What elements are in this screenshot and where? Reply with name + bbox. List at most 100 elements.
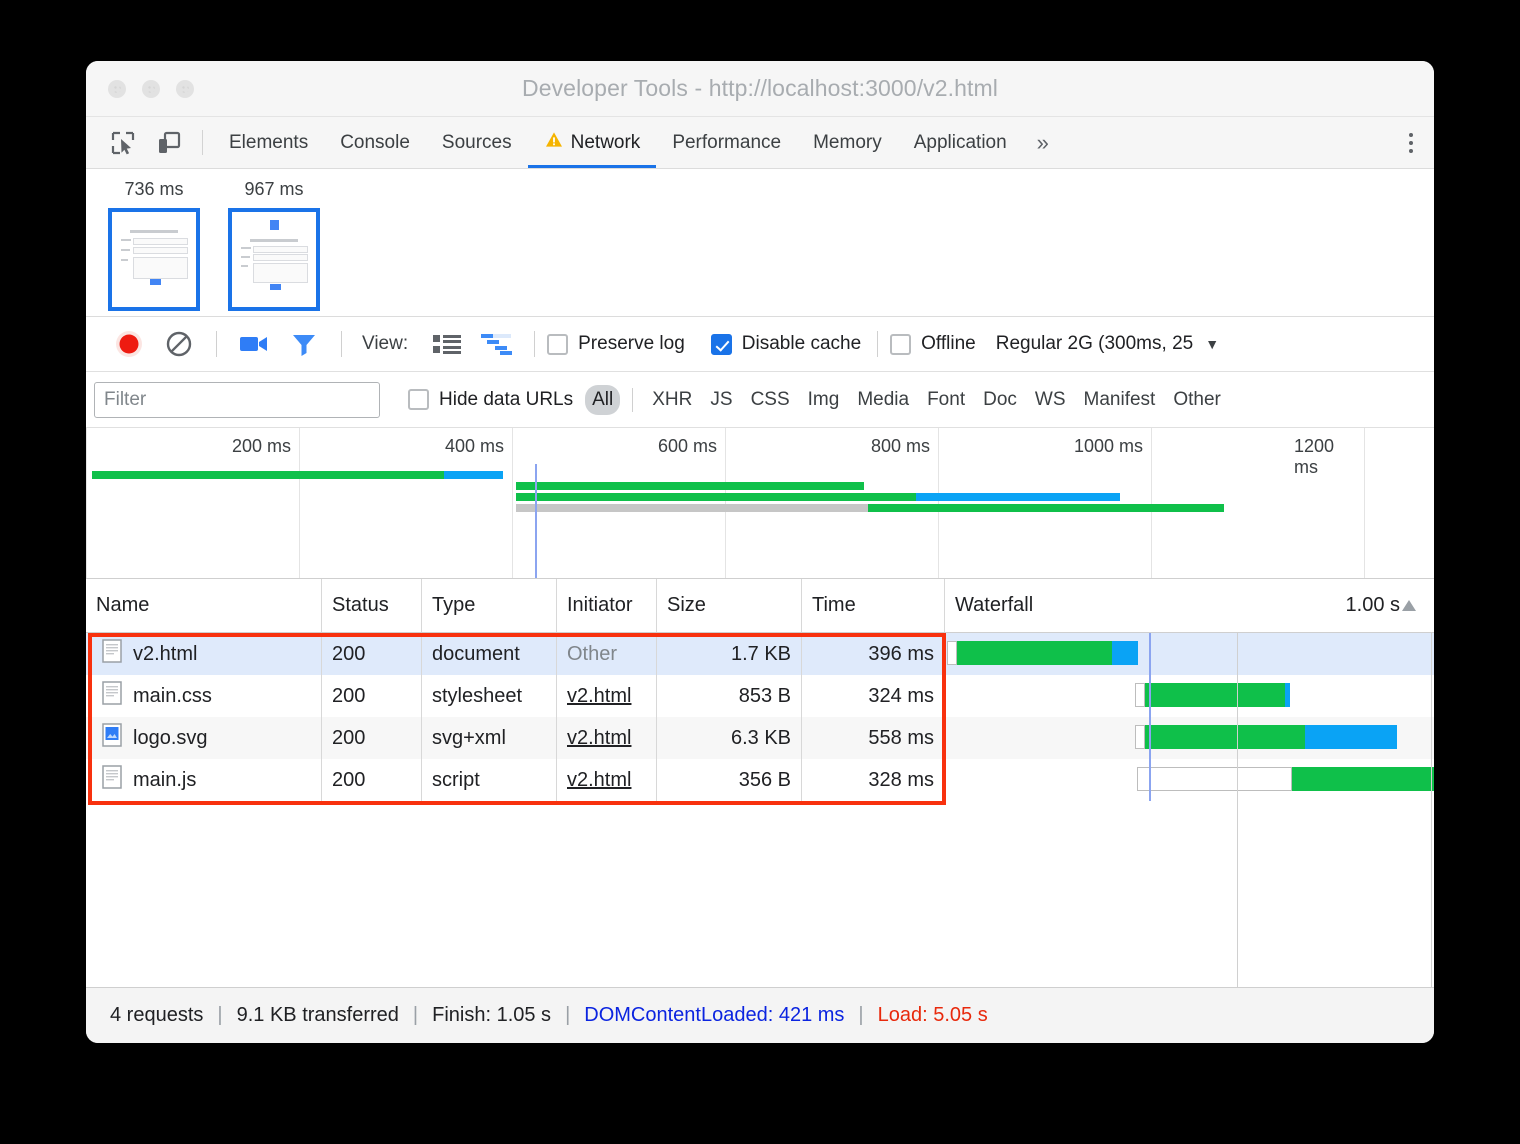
- cell-type: document: [422, 633, 557, 675]
- cell-initiator[interactable]: v2.html: [557, 675, 657, 717]
- table-row[interactable]: logo.svg 200 svg+xml v2.html 6.3 KB 558 …: [86, 717, 1434, 759]
- checkbox-box[interactable]: [890, 334, 911, 355]
- cell-name[interactable]: v2.html: [86, 633, 322, 675]
- frame-thumbnail[interactable]: [108, 208, 200, 311]
- status-bar: 4 requests | 9.1 KB transferred | Finish…: [86, 987, 1434, 1043]
- waterfall-view-icon[interactable]: [472, 333, 522, 355]
- device-toolbar-icon[interactable]: [146, 117, 192, 168]
- column-header-name[interactable]: Name: [86, 579, 322, 632]
- minimize-button[interactable]: [142, 80, 160, 98]
- preserve-log-checkbox[interactable]: Preserve log: [547, 333, 685, 355]
- filmstrip-frame[interactable]: 736 ms: [108, 179, 200, 311]
- inspect-element-icon[interactable]: [100, 117, 146, 168]
- initiator-link[interactable]: v2.html: [567, 769, 631, 792]
- column-header-status[interactable]: Status: [322, 579, 422, 632]
- filter-type-ws[interactable]: WS: [1028, 385, 1073, 415]
- column-header-type[interactable]: Type: [422, 579, 557, 632]
- request-name: logo.svg: [133, 727, 208, 750]
- tab-memory[interactable]: Memory: [797, 117, 898, 168]
- cell-size: 1.7 KB: [657, 633, 802, 675]
- column-header-size[interactable]: Size: [657, 579, 802, 632]
- table-row[interactable]: main.js 200 script v2.html 356 B 328 ms: [86, 759, 1434, 801]
- tab-application[interactable]: Application: [898, 117, 1023, 168]
- filter-type-doc[interactable]: Doc: [976, 385, 1024, 415]
- list-view-icon[interactable]: [422, 333, 472, 355]
- waterfall-scale-value: 1.00 s: [1346, 594, 1400, 617]
- throttling-dropdown[interactable]: Regular 2G (300ms, 25 ▼: [996, 333, 1219, 355]
- offline-checkbox[interactable]: Offline: [890, 333, 976, 355]
- initiator-link[interactable]: v2.html: [567, 685, 631, 708]
- tab-label: Sources: [442, 132, 512, 154]
- request-name: main.js: [133, 769, 196, 792]
- tab-label: Performance: [672, 132, 781, 154]
- chevron-down-icon: ▼: [1205, 336, 1219, 352]
- checkbox-box[interactable]: [711, 334, 732, 355]
- overview-tick: 400 ms: [445, 436, 512, 457]
- filter-type-all[interactable]: All: [585, 385, 620, 415]
- filter-type-font[interactable]: Font: [920, 385, 972, 415]
- hide-data-urls-checkbox[interactable]: Hide data URLs: [408, 389, 573, 411]
- filter-type-css[interactable]: CSS: [744, 385, 797, 415]
- tab-label: Elements: [229, 132, 308, 154]
- request-name: v2.html: [133, 643, 197, 666]
- filter-input[interactable]: [94, 382, 380, 418]
- cell-initiator[interactable]: v2.html: [557, 759, 657, 801]
- kebab-menu-icon[interactable]: [1388, 133, 1434, 153]
- tab-performance[interactable]: Performance: [656, 117, 797, 168]
- more-tabs-button[interactable]: »: [1023, 117, 1063, 168]
- devtools-tab-bar: Elements Console Sources Network Perform…: [86, 117, 1434, 169]
- frame-thumbnail[interactable]: [228, 208, 320, 311]
- table-row[interactable]: main.css 200 stylesheet v2.html 853 B 32…: [86, 675, 1434, 717]
- cell-type: stylesheet: [422, 675, 557, 717]
- filmstrip-frame[interactable]: 967 ms: [228, 179, 320, 311]
- maximize-button[interactable]: [176, 80, 194, 98]
- dom-content-loaded-marker: [535, 464, 537, 578]
- column-header-waterfall[interactable]: Waterfall 1.00 s: [945, 579, 1434, 632]
- cell-name[interactable]: main.js: [86, 759, 322, 801]
- filter-type-js[interactable]: JS: [703, 385, 739, 415]
- disable-cache-checkbox[interactable]: Disable cache: [711, 333, 861, 355]
- transferred-size: 9.1 KB transferred: [227, 1004, 409, 1027]
- close-button[interactable]: [108, 80, 126, 98]
- column-header-time[interactable]: Time: [802, 579, 945, 632]
- toolbar-divider: [534, 331, 535, 357]
- checkbox-box[interactable]: [408, 389, 429, 410]
- initiator-link[interactable]: v2.html: [567, 727, 631, 750]
- page-preview: [236, 216, 312, 303]
- status-divider: |: [561, 1004, 574, 1027]
- filter-type-img[interactable]: Img: [801, 385, 847, 415]
- request-count: 4 requests: [100, 1004, 213, 1027]
- cell-initiator[interactable]: v2.html: [557, 717, 657, 759]
- network-overview[interactable]: 200 ms 400 ms 600 ms 800 ms 1000 ms 1200…: [86, 428, 1434, 579]
- cell-name[interactable]: main.css: [86, 675, 322, 717]
- overview-bar: [86, 471, 1434, 479]
- filter-type-media[interactable]: Media: [850, 385, 916, 415]
- filter-type-xhr[interactable]: XHR: [645, 385, 699, 415]
- table-row[interactable]: v2.html 200 document Other 1.7 KB 396 ms: [86, 633, 1434, 675]
- network-toolbar: View: Preserve log Disable cache Offline: [86, 317, 1434, 372]
- filter-type-manifest[interactable]: Manifest: [1077, 385, 1163, 415]
- cell-status: 200: [322, 717, 422, 759]
- hide-data-urls-label: Hide data URLs: [439, 389, 573, 411]
- filter-funnel-icon[interactable]: [279, 331, 329, 357]
- waterfall-gridline: [1431, 633, 1432, 987]
- tab-sources[interactable]: Sources: [426, 117, 528, 168]
- window-title: Developer Tools - http://localhost:3000/…: [86, 75, 1434, 102]
- tab-network[interactable]: Network: [528, 117, 657, 168]
- capture-screenshots-icon[interactable]: [229, 333, 279, 355]
- tab-elements[interactable]: Elements: [213, 117, 324, 168]
- checkbox-box[interactable]: [547, 334, 568, 355]
- clear-button[interactable]: [154, 330, 204, 358]
- cell-size: 356 B: [657, 759, 802, 801]
- status-divider: |: [409, 1004, 422, 1027]
- column-header-initiator[interactable]: Initiator: [557, 579, 657, 632]
- tab-console[interactable]: Console: [324, 117, 426, 168]
- screen: Developer Tools - http://localhost:3000/…: [0, 0, 1520, 1144]
- overview-tick: 800 ms: [871, 436, 938, 457]
- filter-type-other[interactable]: Other: [1166, 385, 1228, 415]
- cell-name[interactable]: logo.svg: [86, 717, 322, 759]
- warning-icon: [544, 130, 564, 156]
- cell-waterfall: [945, 633, 1434, 675]
- record-button[interactable]: [104, 329, 154, 359]
- waterfall-scale: 1.00 s: [1346, 594, 1424, 617]
